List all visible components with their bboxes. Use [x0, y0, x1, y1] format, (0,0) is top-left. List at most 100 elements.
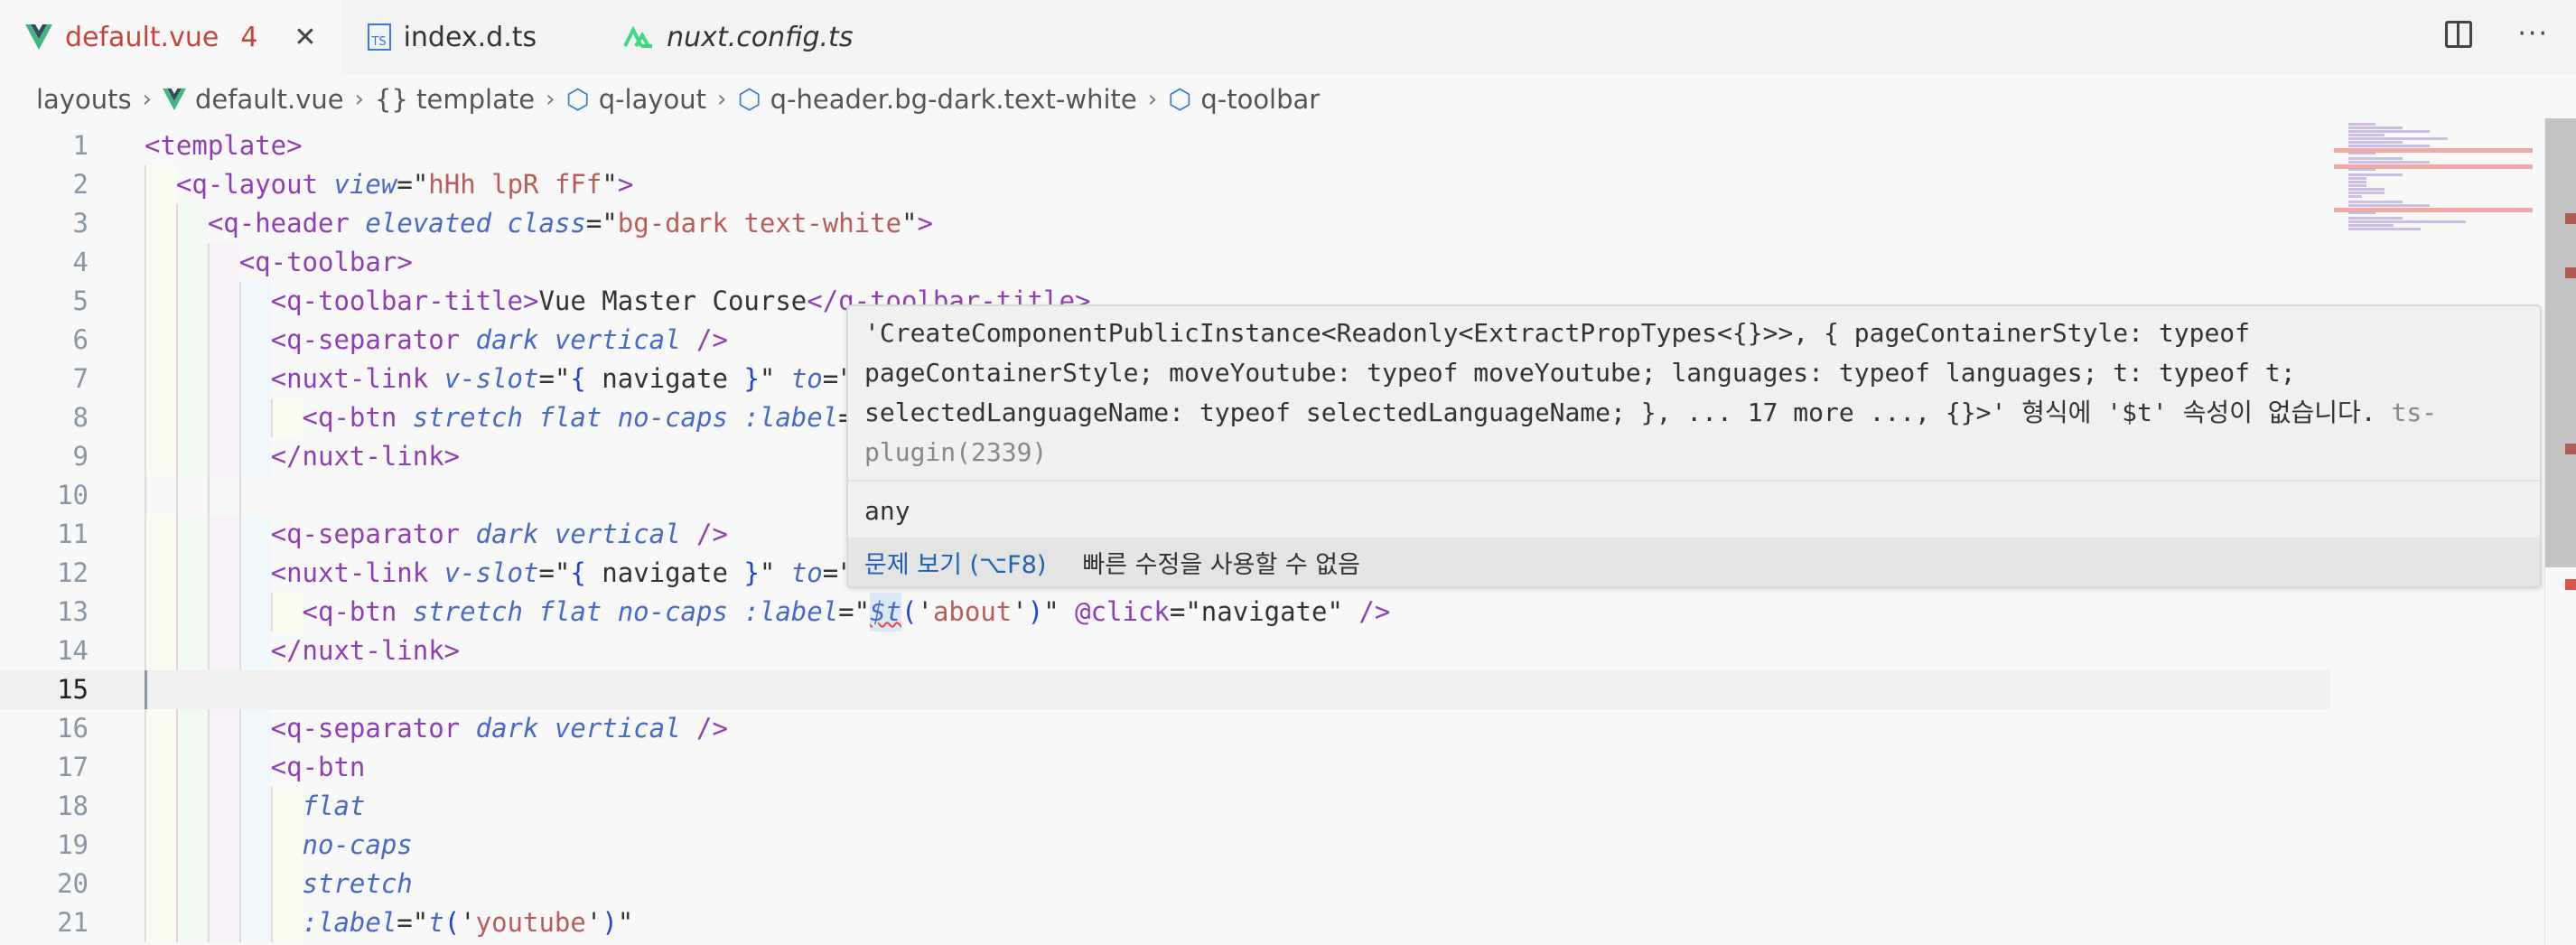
- code-line[interactable]: 13 <q-btn stretch flat no-caps :label =" $t…: [0, 593, 2330, 632]
- minimap[interactable]: [2334, 123, 2542, 231]
- breadcrumb-item[interactable]: q-header.bg-dark.text-white: [770, 84, 1137, 115]
- code-content: <q-toolbar>: [145, 243, 413, 282]
- code-token: <nuxt-link: [270, 557, 444, 588]
- code-content: [145, 476, 271, 515]
- code-line[interactable]: 18 flat: [0, 787, 2330, 826]
- code-line[interactable]: 2 <q-layout view =" hHh lpR fFf " >: [0, 165, 2330, 204]
- code-content: </nuxt-link>: [145, 437, 460, 476]
- code-line[interactable]: 4 <q-toolbar>: [0, 243, 2330, 282]
- chevron-right-icon: ›: [142, 86, 152, 113]
- indent-guide: [207, 243, 239, 282]
- breadcrumb-item[interactable]: {} template: [375, 84, 535, 115]
- indent-guide: [145, 204, 176, 243]
- breadcrumb-item[interactable]: q-layout: [599, 84, 706, 115]
- indent-guide: [238, 826, 271, 865]
- code-token: t: [428, 907, 444, 938]
- split-editor-icon[interactable]: [2445, 20, 2473, 48]
- minimap-line: [2348, 168, 2375, 171]
- indent-guide: [270, 826, 303, 865]
- code-line[interactable]: 19 no-caps: [0, 826, 2330, 865]
- breadcrumb-item[interactable]: default.vue: [195, 84, 344, 115]
- code-token: <q-btn: [302, 596, 413, 627]
- code-token: youtube: [475, 907, 586, 938]
- view-problem-link[interactable]: 문제 보기 (⌥F8): [864, 545, 1046, 580]
- code-token: <q-separator: [270, 324, 476, 355]
- minimap-line: [2348, 184, 2366, 187]
- code-line[interactable]: 1 <template>: [0, 126, 2330, 165]
- code-token: />: [1358, 596, 1391, 627]
- indent-guide: [238, 709, 271, 748]
- indent-guide: [207, 903, 239, 942]
- code-token: ': [917, 596, 933, 627]
- cube-icon: ⬡: [1168, 83, 1192, 116]
- indent-guide: [145, 243, 176, 282]
- code-content: <nuxt-link v-slot ="{ navigate } " to =": [145, 554, 854, 593]
- error-marker: [2565, 579, 2576, 590]
- indent-guide: [270, 787, 303, 826]
- code-token: dark vertical: [475, 519, 697, 549]
- indent-guide: [207, 437, 239, 476]
- close-tab-icon[interactable]: ✕: [294, 22, 316, 53]
- code-token: >: [617, 169, 634, 200]
- code-token: (: [443, 907, 461, 938]
- code-token: stretch flat no-caps :label: [412, 596, 839, 627]
- code-token: <q-toolbar>: [238, 247, 413, 277]
- code-line[interactable]: 17 <q-btn: [0, 748, 2330, 787]
- code-token: stretch flat no-caps :label: [412, 402, 839, 433]
- code-line[interactable]: 16 <q-separator dark vertical />: [0, 709, 2330, 748]
- error-marker: [2565, 267, 2576, 278]
- minimap-line: [2348, 130, 2430, 133]
- breadcrumb-item[interactable]: q-toolbar: [1200, 84, 1320, 115]
- tab-index-d-ts[interactable]: TS index.d.ts: [342, 0, 563, 74]
- minimap-line: [2348, 123, 2375, 126]
- code-token: ': [585, 907, 602, 938]
- code-token: </nuxt-link>: [270, 635, 461, 666]
- code-token: ": [759, 557, 791, 588]
- code-line[interactable]: 21:label =" t(' youtube ') ": [0, 903, 2330, 942]
- code-line[interactable]: 15: [0, 670, 2330, 709]
- indent-guide: [145, 398, 176, 437]
- minimap-line: [2348, 204, 2430, 207]
- tab-bar: default.vue 4 ✕ TS index.d.ts nuxt.confi…: [0, 0, 2576, 74]
- indent-guide: [238, 476, 271, 515]
- chevron-right-icon: ›: [546, 86, 555, 113]
- code-line[interactable]: 20 stretch: [0, 865, 2330, 903]
- minimap-line: [2348, 211, 2375, 214]
- code-content: <q-btn: [145, 748, 365, 787]
- code-token: <q-btn: [270, 752, 366, 782]
- code-token: (: [901, 596, 918, 627]
- breadcrumb-item[interactable]: layouts: [36, 84, 132, 115]
- code-token: <q-layout: [175, 169, 334, 200]
- error-marker: [2565, 213, 2576, 224]
- vertical-scrollbar[interactable]: [2544, 118, 2576, 945]
- indent-guide: [238, 360, 271, 398]
- tab-nuxt-config[interactable]: nuxt.config.ts: [598, 0, 878, 74]
- tab-default-vue[interactable]: default.vue 4 ✕: [0, 0, 342, 74]
- indent-guide: [175, 865, 208, 903]
- indent-guide: [238, 632, 271, 670]
- code-content: <template>: [145, 126, 303, 165]
- code-token: <q-separator: [270, 713, 476, 744]
- indent-guide: [175, 398, 208, 437]
- code-line[interactable]: 14 </nuxt-link>: [0, 632, 2330, 670]
- code-token: ": [901, 208, 918, 239]
- code-token: =": [538, 557, 571, 588]
- more-actions-icon[interactable]: ···: [2517, 18, 2549, 50]
- code-token: />: [696, 519, 728, 549]
- tab-label: default.vue: [65, 21, 219, 53]
- code-token: elevated class: [365, 208, 586, 239]
- code-content: <q-separator dark vertical />: [145, 515, 728, 554]
- code-line[interactable]: 3 <q-header elevated class =" bg-dark text-…: [0, 204, 2330, 243]
- code-token: ": [759, 363, 791, 394]
- line-number: 8: [72, 402, 89, 433]
- code-token: <nuxt-link: [270, 363, 444, 394]
- scrollbar-thumb[interactable]: [2545, 118, 2576, 567]
- nuxt-icon: [623, 26, 653, 48]
- code-token: =": [585, 208, 618, 239]
- code-content: <q-header elevated class =" bg-dark text-w…: [145, 204, 933, 243]
- indent-guide: [145, 476, 176, 515]
- indent-guide: [175, 903, 208, 942]
- minimap-line: [2348, 145, 2430, 147]
- minimap-line: [2348, 141, 2403, 144]
- indent-guide: [238, 748, 271, 787]
